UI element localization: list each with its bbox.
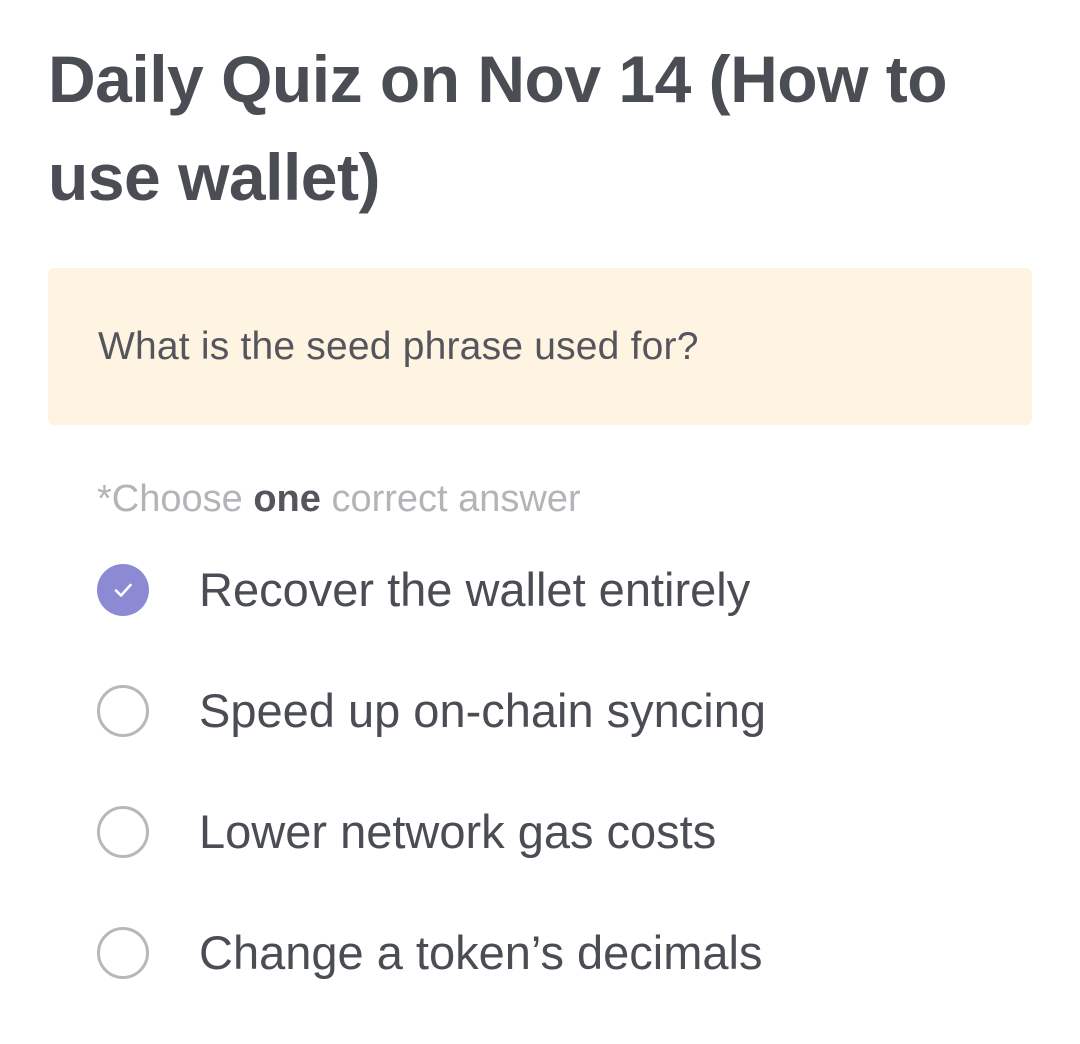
- answer-option[interactable]: Recover the wallet entirely: [97, 529, 1037, 650]
- answer-option[interactable]: Speed up on-chain syncing: [97, 650, 1037, 771]
- question-text: What is the seed phrase used for?: [98, 324, 699, 368]
- answer-instruction: *Choose one correct answer: [97, 478, 581, 521]
- instruction-emphasis: one: [253, 478, 321, 520]
- radio-button-checked[interactable]: [97, 563, 149, 616]
- page-title: Daily Quiz on Nov 14 (How to use wallet): [48, 42, 948, 214]
- answer-option[interactable]: Lower network gas costs: [97, 771, 1037, 892]
- radio-button[interactable]: [97, 684, 149, 737]
- answer-option[interactable]: Change a token’s decimals: [97, 892, 1037, 1013]
- radio-button[interactable]: [97, 926, 149, 979]
- instruction-prefix: *Choose: [97, 478, 254, 520]
- answer-option-label: Speed up on-chain syncing: [199, 684, 767, 737]
- check-icon: [114, 583, 132, 597]
- instruction-suffix: correct answer: [320, 478, 581, 520]
- radio-button[interactable]: [97, 805, 149, 858]
- answer-options: Recover the wallet entirely Speed up on-…: [97, 529, 1037, 1013]
- answer-option-label: Change a token’s decimals: [199, 926, 763, 979]
- answer-option-label: Lower network gas costs: [199, 805, 717, 858]
- question-card: What is the seed phrase used for?: [48, 268, 1032, 425]
- answer-option-label: Recover the wallet entirely: [199, 563, 751, 616]
